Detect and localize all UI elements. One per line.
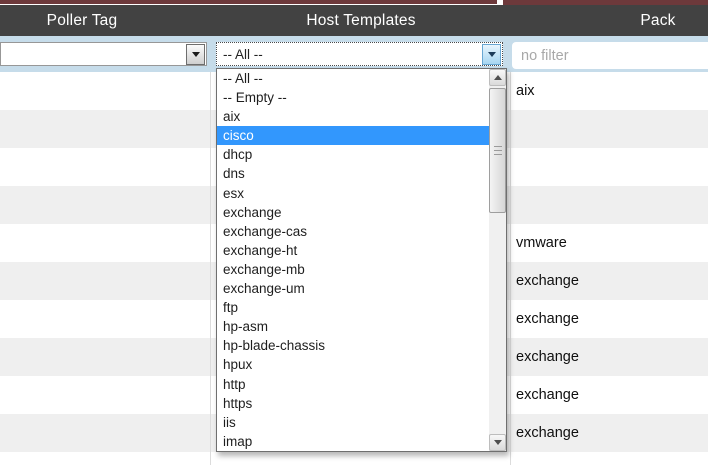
dropdown-option[interactable]: http <box>217 375 489 394</box>
dropdown-option[interactable]: iis <box>217 413 489 432</box>
dropdown-option[interactable]: hpux <box>217 355 489 374</box>
scrollbar-grip-icon <box>494 146 502 155</box>
dropdown-option[interactable]: exchange-ht <box>217 241 489 260</box>
poller-tag-cell <box>0 72 211 110</box>
dropdown-arrow-icon[interactable] <box>482 44 501 65</box>
poller-tag-cell <box>0 262 211 300</box>
table-header: Poller Tag Host Templates Pack <box>0 5 708 36</box>
poller-tag-cell <box>0 414 211 452</box>
pack-cell: exchange <box>511 338 708 376</box>
arrow-up-icon <box>494 75 502 80</box>
poller-tag-cell <box>0 452 211 465</box>
pack-cell <box>511 186 708 224</box>
host-templates-dropdown-list: -- All -- -- Empty -- aix cisco dhcp dns… <box>216 68 507 452</box>
dropdown-option[interactable]: -- Empty -- <box>217 88 489 107</box>
scrollbar-thumb[interactable] <box>489 88 506 213</box>
dropdown-scrollbar[interactable] <box>489 69 506 451</box>
host-templates-filter-value: -- All -- <box>217 44 482 65</box>
dropdown-arrow-icon[interactable] <box>186 44 205 65</box>
column-header-poller-tag[interactable]: Poller Tag <box>0 5 164 36</box>
pack-cell: exchange <box>511 376 708 414</box>
poller-tag-cell <box>0 148 211 186</box>
scroll-down-button[interactable] <box>489 434 506 451</box>
dropdown-option[interactable]: imap <box>217 432 489 451</box>
column-header-pack[interactable]: Pack <box>608 5 708 36</box>
poller-tag-cell <box>0 338 211 376</box>
column-header-host-templates[interactable]: Host Templates <box>211 5 511 36</box>
host-template-cell <box>211 452 511 465</box>
poller-tag-filter-select[interactable] <box>0 42 207 66</box>
scroll-up-button[interactable] <box>489 69 506 86</box>
dropdown-option[interactable]: exchange-mb <box>217 260 489 279</box>
pack-filter-input[interactable] <box>512 42 708 69</box>
dropdown-option[interactable]: dns <box>217 164 489 183</box>
pack-cell: vmware <box>511 224 708 262</box>
dropdown-option[interactable]: cisco <box>217 126 489 145</box>
arrow-down-glyph <box>488 52 496 57</box>
pack-cell <box>511 452 708 465</box>
host-templates-filter-select[interactable]: -- All -- <box>216 42 503 66</box>
pack-cell: exchange <box>511 300 708 338</box>
filter-row: -- All -- <box>0 36 708 72</box>
poller-tag-cell <box>0 186 211 224</box>
arrow-down-icon <box>494 440 502 445</box>
dropdown-option[interactable]: exchange <box>217 203 489 222</box>
dropdown-option[interactable]: esx <box>217 184 489 203</box>
dropdown-option[interactable]: aix <box>217 107 489 126</box>
pack-cell: exchange <box>511 262 708 300</box>
pack-cell <box>511 148 708 186</box>
dropdown-options: -- All -- -- Empty -- aix cisco dhcp dns… <box>217 69 489 451</box>
poller-tag-cell <box>0 110 211 148</box>
poller-tag-cell <box>0 224 211 262</box>
pack-cell <box>511 110 708 148</box>
pack-cell: aix <box>511 72 708 110</box>
dropdown-option[interactable]: hp-blade-chassis <box>217 336 489 355</box>
dropdown-option[interactable]: hp-asm <box>217 317 489 336</box>
dropdown-option[interactable]: exchange-cas <box>217 222 489 241</box>
arrow-down-glyph <box>192 52 200 57</box>
poller-tag-cell <box>0 376 211 414</box>
dropdown-option[interactable]: https <box>217 394 489 413</box>
poller-tag-cell <box>0 300 211 338</box>
dropdown-option[interactable]: dhcp <box>217 145 489 164</box>
pack-cell: exchange <box>511 414 708 452</box>
dropdown-option[interactable]: -- All -- <box>217 69 489 88</box>
dropdown-option[interactable]: ftp <box>217 298 489 317</box>
table-row[interactable] <box>0 452 708 465</box>
dropdown-option[interactable]: exchange-um <box>217 279 489 298</box>
host-list-table: Poller Tag Host Templates Pack -- All --… <box>0 0 708 465</box>
